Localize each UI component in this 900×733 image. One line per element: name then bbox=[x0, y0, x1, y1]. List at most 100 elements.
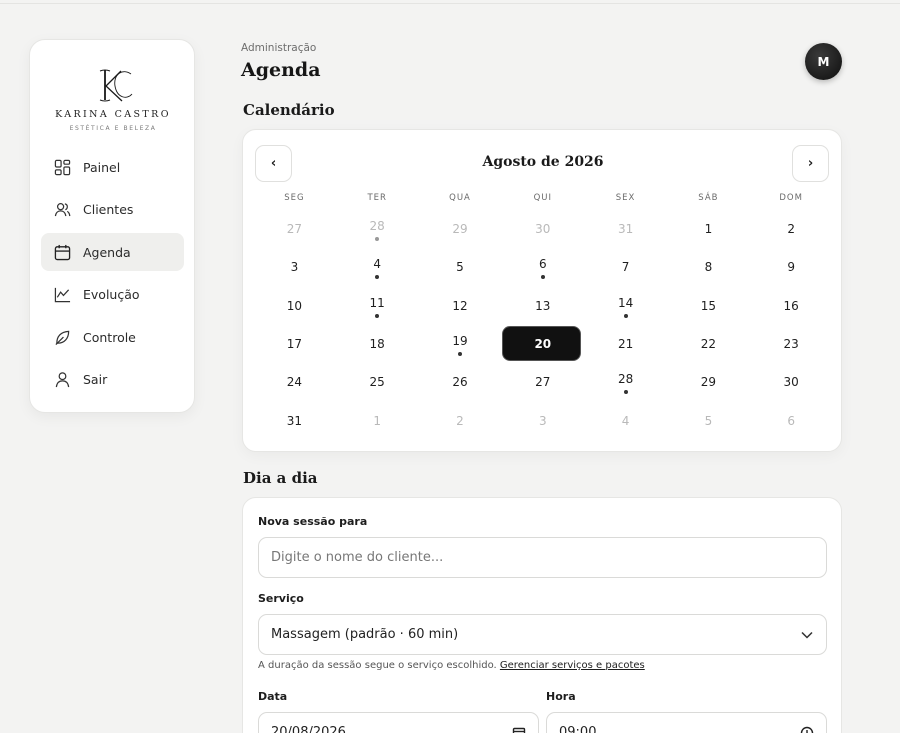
calendar-day[interactable]: 18 bbox=[336, 325, 419, 363]
sidebar-item-controle[interactable]: Controle bbox=[41, 318, 184, 356]
calendar-day[interactable]: 30 bbox=[501, 210, 584, 248]
calendar-day[interactable]: 17 bbox=[253, 325, 336, 363]
calendar-grid: 27 28 29 30 31 1 2 3 4 5 6 7 8 9 10 11 1… bbox=[253, 210, 833, 440]
calendar-day[interactable]: 5 bbox=[419, 248, 502, 286]
sidebar-item-clientes[interactable]: Clientes bbox=[41, 191, 184, 229]
calendar-day[interactable]: 27 bbox=[253, 210, 336, 248]
breadcrumb: Administração bbox=[241, 42, 317, 54]
calendar-day[interactable]: 14 bbox=[584, 287, 667, 325]
calendar-month-label: Agosto de 2026 bbox=[482, 154, 604, 170]
sidebar-item-painel[interactable]: Painel bbox=[41, 148, 184, 186]
sidebar-item-label: Clientes bbox=[83, 202, 134, 217]
weekday-label: SEG bbox=[284, 193, 305, 203]
weekday-label: TER bbox=[367, 193, 387, 203]
calendar-icon bbox=[54, 244, 71, 261]
calendar-day[interactable]: 21 bbox=[584, 325, 667, 363]
calendar-day[interactable]: 28 bbox=[336, 210, 419, 248]
sidebar-item-label: Sair bbox=[83, 372, 108, 387]
calendar-day[interactable]: 11 bbox=[336, 287, 419, 325]
calendar-day[interactable]: 13 bbox=[501, 287, 584, 325]
calendar-day-selected[interactable]: 20 bbox=[501, 325, 584, 363]
sidebar-item-label: Controle bbox=[83, 329, 136, 345]
weekday-label: SEX bbox=[615, 193, 636, 203]
calendar-day[interactable]: 29 bbox=[419, 210, 502, 248]
calendar-day[interactable]: 28 bbox=[584, 363, 667, 401]
client-search-input[interactable] bbox=[258, 537, 827, 578]
calendar-day[interactable]: 30 bbox=[750, 363, 833, 401]
calendar-day[interactable]: 4 bbox=[584, 401, 667, 439]
sidebar-nav: Painel Clientes Agenda Evolução Controle bbox=[41, 148, 184, 403]
sidebar-item-evolucao[interactable]: Evolução bbox=[41, 276, 184, 314]
calendar-day[interactable]: 10 bbox=[253, 287, 336, 325]
time-value: 09:00 bbox=[559, 725, 597, 733]
calendar-weekdays: SEG TER QUA QUI SEX SÁB DOM bbox=[253, 193, 833, 203]
calendar-day[interactable]: 19 bbox=[419, 325, 502, 363]
avatar[interactable]: M bbox=[805, 43, 842, 80]
calendar-section-title: Calendário bbox=[243, 101, 335, 119]
sidebar-item-label: Painel bbox=[83, 159, 121, 175]
calendar-day[interactable]: 6 bbox=[750, 401, 833, 439]
brand-name: KARINA CASTRO bbox=[55, 109, 171, 120]
brand-tagline: ESTÉTICA E BELEZA bbox=[69, 125, 157, 132]
sidebar-item-agenda[interactable]: Agenda bbox=[41, 233, 184, 271]
weekday-label: DOM bbox=[779, 193, 803, 203]
monogram-logo-icon bbox=[99, 69, 133, 102]
calendar-day[interactable]: 5 bbox=[667, 401, 750, 439]
calendar-day[interactable]: 27 bbox=[501, 363, 584, 401]
service-hint: A duração da sessão segue o serviço esco… bbox=[258, 660, 645, 671]
calendar-day[interactable]: 16 bbox=[750, 287, 833, 325]
top-divider bbox=[0, 3, 900, 4]
sidebar-item-sair[interactable]: Sair bbox=[41, 361, 184, 399]
calendar-day[interactable]: 1 bbox=[336, 401, 419, 439]
clock-icon[interactable] bbox=[800, 726, 814, 733]
chart-line-icon bbox=[54, 286, 71, 303]
calendar-day[interactable]: 26 bbox=[419, 363, 502, 401]
chevron-down-icon bbox=[801, 631, 813, 639]
user-icon bbox=[54, 371, 71, 388]
manage-services-link[interactable]: Gerenciar serviços e pacotes bbox=[500, 660, 645, 671]
date-input[interactable]: 20/08/2026 bbox=[258, 712, 539, 733]
calendar-day[interactable]: 3 bbox=[501, 401, 584, 439]
calendar-card: ‹ Agosto de 2026 › SEG TER QUA QUI SEX S… bbox=[242, 129, 842, 452]
calendar-day[interactable]: 15 bbox=[667, 287, 750, 325]
brand-logo[interactable]: KARINA CASTRO ESTÉTICA E BELEZA bbox=[30, 66, 196, 132]
service-selected-value: Massagem (padrão · 60 min) bbox=[271, 627, 459, 642]
page-title: Agenda bbox=[241, 59, 321, 81]
service-select[interactable]: Massagem (padrão · 60 min) bbox=[258, 614, 827, 655]
calendar-day[interactable]: 6 bbox=[501, 248, 584, 286]
service-field-label: Serviço bbox=[258, 592, 304, 605]
calendar-day[interactable]: 8 bbox=[667, 248, 750, 286]
calendar-day[interactable]: 7 bbox=[584, 248, 667, 286]
calendar-day[interactable]: 4 bbox=[336, 248, 419, 286]
next-month-button[interactable]: › bbox=[792, 145, 829, 182]
calendar-day[interactable]: 24 bbox=[253, 363, 336, 401]
weekday-label: SÁB bbox=[698, 193, 719, 203]
calendar-day[interactable]: 2 bbox=[750, 210, 833, 248]
time-input[interactable]: 09:00 bbox=[546, 712, 827, 733]
calendar-day[interactable]: 29 bbox=[667, 363, 750, 401]
calendar-day[interactable]: 9 bbox=[750, 248, 833, 286]
service-hint-text: A duração da sessão segue o serviço esco… bbox=[258, 660, 497, 671]
calendar-picker-icon[interactable] bbox=[512, 726, 526, 733]
daily-section-title: Dia a dia bbox=[243, 469, 318, 487]
sidebar-item-label: Evolução bbox=[83, 287, 140, 302]
calendar-day[interactable]: 1 bbox=[667, 210, 750, 248]
sidebar-item-label: Agenda bbox=[83, 244, 131, 260]
calendar-day[interactable]: 25 bbox=[336, 363, 419, 401]
calendar-day[interactable]: 31 bbox=[584, 210, 667, 248]
new-session-form: Nova sessão para Serviço Massagem (padrã… bbox=[242, 497, 842, 733]
calendar-day[interactable]: 12 bbox=[419, 287, 502, 325]
leaf-icon bbox=[54, 329, 71, 346]
date-field-label: Data bbox=[258, 690, 288, 703]
calendar-day[interactable]: 3 bbox=[253, 248, 336, 286]
weekday-label: QUA bbox=[449, 193, 471, 203]
calendar-day[interactable]: 23 bbox=[750, 325, 833, 363]
users-icon bbox=[54, 201, 71, 218]
date-value: 20/08/2026 bbox=[271, 725, 346, 733]
weekday-label: QUI bbox=[533, 193, 552, 203]
time-field-label: Hora bbox=[546, 690, 576, 703]
calendar-day[interactable]: 22 bbox=[667, 325, 750, 363]
client-field-label: Nova sessão para bbox=[258, 515, 368, 528]
calendar-day[interactable]: 31 bbox=[253, 401, 336, 439]
calendar-day[interactable]: 2 bbox=[419, 401, 502, 439]
